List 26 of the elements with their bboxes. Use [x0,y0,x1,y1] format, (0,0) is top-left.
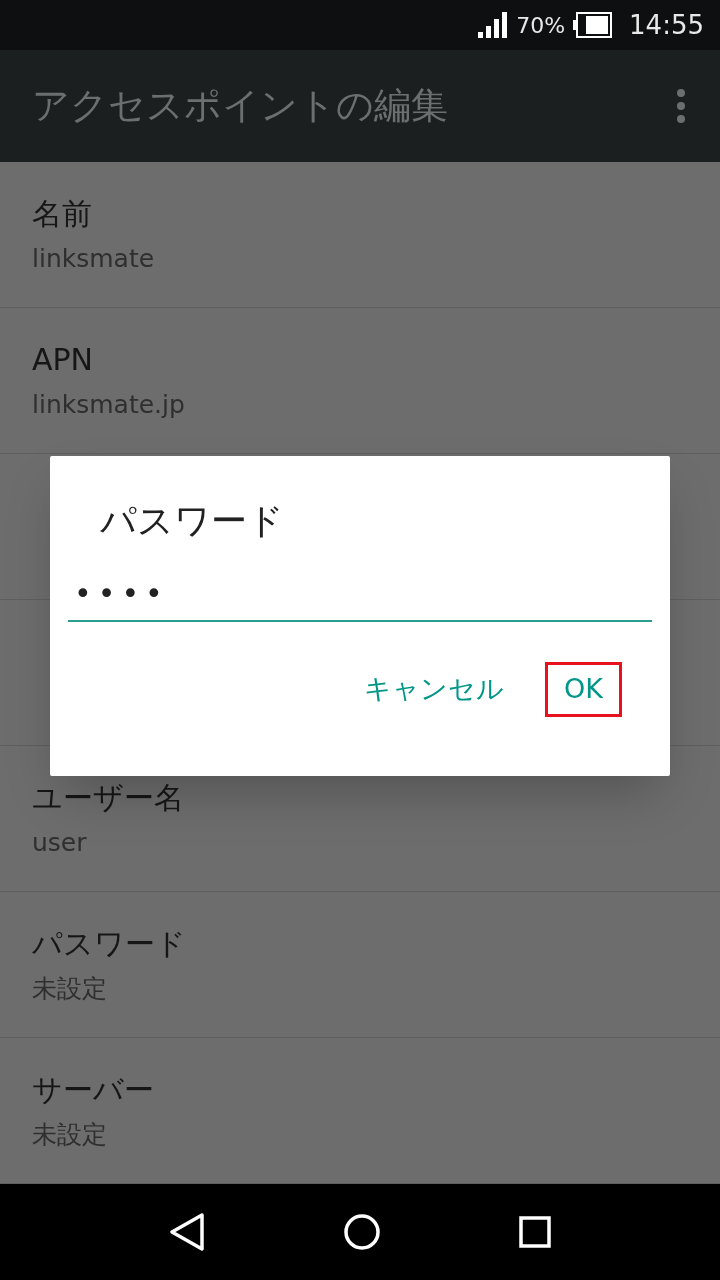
battery-icon [573,12,614,38]
setting-label: APN [32,341,95,380]
setting-value: linksmate [32,243,156,276]
setting-row[interactable]: APN linksmate.jp [0,308,720,454]
recent-apps-icon[interactable] [518,1216,551,1248]
dialog-button[interactable]: キャンセル [357,662,512,717]
setting-label: サーバー [32,1071,155,1110]
setting-value: 未設定 [32,973,108,1006]
setting-row[interactable]: 名前 linksmate [0,162,720,308]
back-icon[interactable] [169,1213,206,1251]
clock: 14:55 [629,8,704,42]
setting-label: パスワード [32,925,187,964]
setting-value: 未設定 [32,1119,108,1152]
signal-icon [478,12,509,38]
battery-percent: 70% [516,11,566,40]
dialog-title: パスワード [100,499,285,543]
dialog-button[interactable]: OK [545,662,622,717]
home-icon[interactable] [344,1214,380,1250]
app-bar-title: アクセスポイントの編集 [32,83,448,130]
more-options-icon[interactable] [676,89,686,123]
setting-value: linksmate.jp [32,389,186,422]
setting-label: ユーザー名 [32,779,185,818]
setting-row[interactable]: パスワード 未設定 [0,892,720,1038]
password-field[interactable]: •••• [68,566,652,622]
setting-label: 名前 [32,195,93,234]
setting-value: user [32,827,88,860]
